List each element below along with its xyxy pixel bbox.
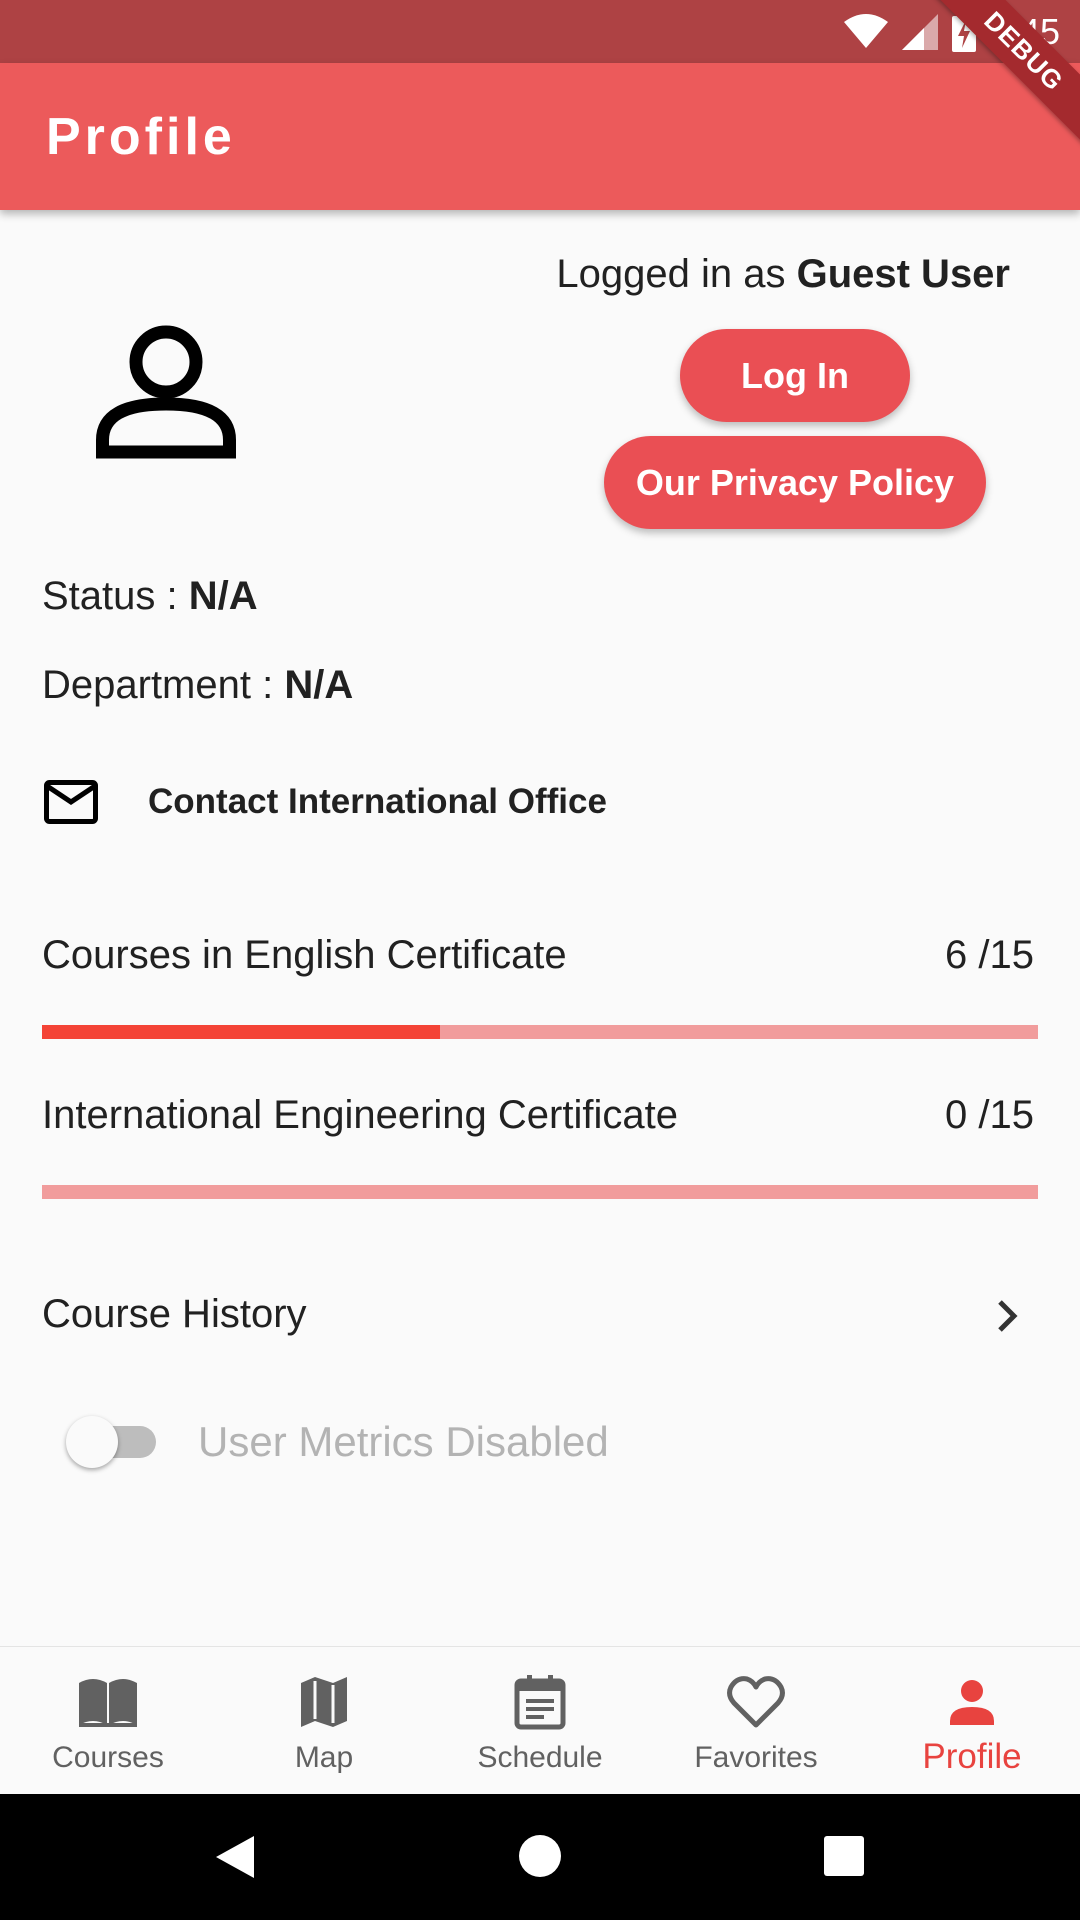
department-label: Department : xyxy=(42,663,274,707)
nav-label-favorites: Favorites xyxy=(694,1741,818,1774)
logged-in-prefix: Logged in as xyxy=(556,252,786,296)
contact-office-label: Contact International Office xyxy=(148,782,607,821)
nav-label-profile: Profile xyxy=(922,1737,1022,1776)
course-history-row[interactable]: Course History xyxy=(0,1270,1080,1360)
cert-english-progress-fill xyxy=(42,1025,441,1039)
book-icon xyxy=(79,1679,137,1727)
privacy-policy-button[interactable]: Our Privacy Policy xyxy=(604,436,986,529)
mail-icon xyxy=(44,780,98,824)
system-navigation-bar xyxy=(0,1794,1080,1920)
user-name: Guest User xyxy=(796,252,1010,296)
cert-english-progress xyxy=(42,1025,1038,1039)
status-label: Status : xyxy=(42,574,178,618)
department-line: Department : N/A xyxy=(42,663,353,708)
toggle-thumb xyxy=(66,1416,118,1468)
nav-label-map: Map xyxy=(294,1741,354,1774)
user-metrics-label: User Metrics Disabled xyxy=(198,1418,609,1465)
cert-english-label: Courses in English Certificate xyxy=(42,933,567,977)
cert-engineering-progress xyxy=(42,1185,1038,1199)
chevron-right-icon xyxy=(998,1300,1018,1332)
status-bar: 9:45 xyxy=(0,0,1080,63)
login-button[interactable]: Log In xyxy=(680,329,910,422)
cert-engineering-label: International Engineering Certificate xyxy=(42,1093,678,1137)
page-title: Profile xyxy=(46,108,236,166)
nav-label-courses: Courses xyxy=(52,1741,164,1774)
wifi-icon xyxy=(843,14,888,48)
bottom-navigation: Courses Map Schedule Favorites Profile xyxy=(0,1646,1080,1794)
app-bar: Profile xyxy=(0,63,1080,210)
person-outline-icon xyxy=(96,325,236,459)
status-line: Status : N/A xyxy=(42,574,258,619)
recents-icon[interactable] xyxy=(824,1836,864,1876)
department-value: N/A xyxy=(284,663,354,707)
nav-item-courses[interactable]: Courses xyxy=(0,1647,216,1794)
calendar-icon xyxy=(514,1675,566,1730)
heart-icon xyxy=(727,1676,785,1728)
nav-item-favorites[interactable]: Favorites xyxy=(648,1647,864,1794)
logged-in-text: Logged in as Guest User xyxy=(556,252,1010,297)
nav-item-profile[interactable]: Profile xyxy=(864,1647,1080,1794)
nav-label-schedule: Schedule xyxy=(477,1741,603,1774)
course-history-label: Course History xyxy=(42,1292,307,1336)
nav-item-map[interactable]: Map xyxy=(216,1647,432,1794)
map-icon xyxy=(301,1677,347,1727)
signal-icon xyxy=(901,14,938,50)
status-value: N/A xyxy=(188,574,258,618)
cert-english-count: 6 /15 xyxy=(945,933,1034,977)
home-icon[interactable] xyxy=(518,1834,562,1878)
user-metrics-toggle[interactable] xyxy=(66,1416,166,1468)
nav-item-schedule[interactable]: Schedule xyxy=(432,1647,648,1794)
person-icon xyxy=(950,1680,994,1725)
cert-engineering-count: 0 /15 xyxy=(945,1093,1034,1137)
contact-office-row[interactable]: Contact International Office xyxy=(44,772,607,832)
back-icon[interactable] xyxy=(214,1834,256,1880)
